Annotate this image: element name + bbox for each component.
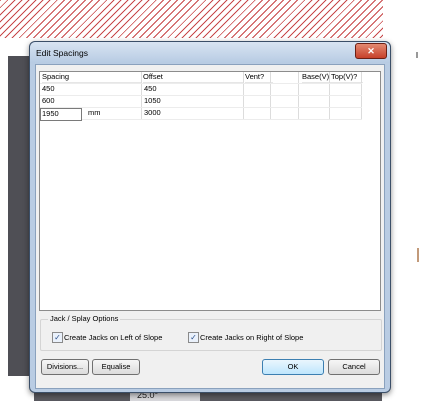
column-divider [329,72,330,120]
spacing-edit-input[interactable]: 1950 [40,108,82,121]
cell-offset[interactable]: 3000 [144,108,161,118]
column-header-top[interactable]: Top(V)? [331,72,363,83]
column-divider [270,72,271,120]
cell-spacing[interactable]: 600 [42,96,55,106]
cell-offset[interactable]: 1050 [144,96,161,106]
spacings-grid[interactable]: Spacing Offset Vent? Base(V) Top(V)? 450… [39,71,381,311]
column-divider [361,72,362,120]
row-divider [40,83,362,84]
left-of-slope-checkbox[interactable]: ✓ [52,332,63,343]
background-marker [417,248,419,262]
title-bar[interactable]: Edit Spacings ✕ [30,42,390,63]
group-label: Jack / Splay Options [48,314,121,323]
column-header-offset[interactable]: Offset [143,72,243,83]
column-divider [298,72,299,120]
cancel-button[interactable]: Cancel [328,359,380,375]
background-tick [416,52,418,58]
right-of-slope-label[interactable]: Create Jacks on Right of Slope [200,333,303,342]
row-divider [40,119,362,120]
column-divider [141,72,142,120]
column-header-spacing[interactable]: Spacing [42,72,142,83]
close-button[interactable]: ✕ [355,43,387,59]
close-icon: ✕ [367,46,375,56]
dialog-title: Edit Spacings [36,48,88,58]
equalise-button[interactable]: Equalise [92,359,140,375]
edit-value: 1950 [42,109,59,118]
cell-offset[interactable]: 450 [144,84,157,94]
cell-spacing[interactable]: 450 [42,84,55,94]
left-of-slope-label[interactable]: Create Jacks on Left of Slope [64,333,162,342]
background-hatch [0,0,383,38]
row-divider [40,95,362,96]
right-of-slope-checkbox[interactable]: ✓ [188,332,199,343]
ok-button[interactable]: OK [262,359,324,375]
column-header-vent[interactable]: Vent? [245,72,273,83]
column-divider [243,72,244,120]
dialog-body: Spacing Offset Vent? Base(V) Top(V)? 450… [35,64,385,389]
unit-label: mm [88,108,101,117]
divisions-button[interactable]: Divisions... [41,359,89,375]
edit-spacings-dialog: Edit Spacings ✕ Spacing Offset Vent? Bas… [29,41,391,393]
